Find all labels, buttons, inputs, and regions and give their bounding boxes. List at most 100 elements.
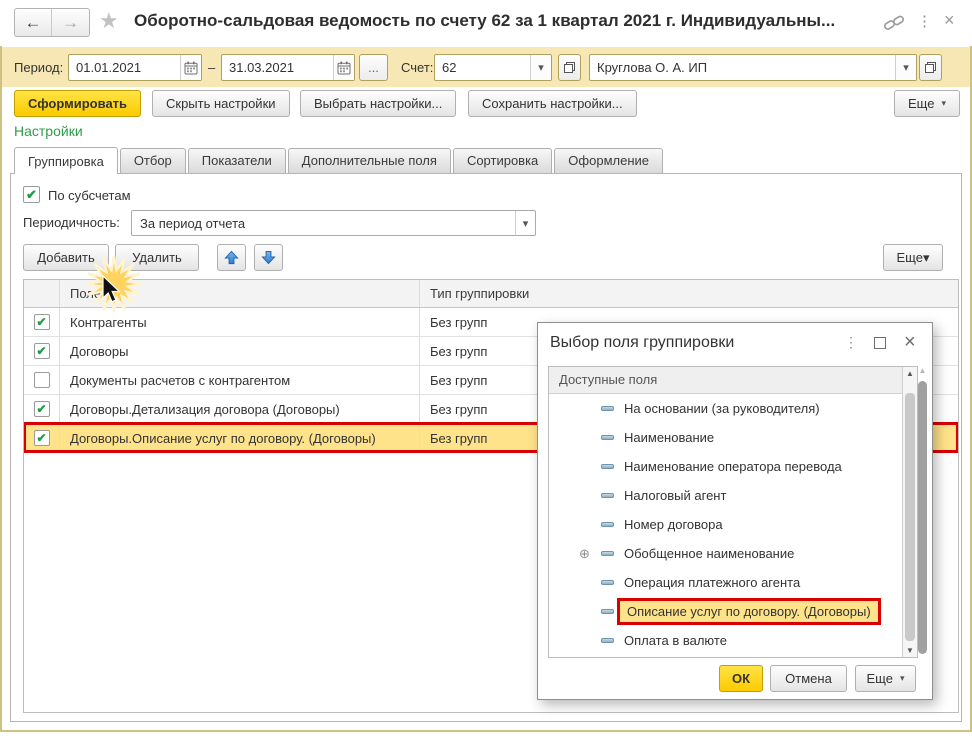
- row-checkbox[interactable]: ✔: [34, 401, 50, 417]
- periodicity-label: Периодичность:: [23, 215, 120, 230]
- row-checkbox[interactable]: ✔: [34, 343, 50, 359]
- dialog-list-item[interactable]: Оплата в валюте: [549, 626, 917, 655]
- dialog-item-label: Наименование: [624, 430, 714, 445]
- dialog-close-icon[interactable]: ×: [904, 331, 916, 354]
- list-scrollbar[interactable]: ▲ ▼: [902, 367, 917, 657]
- date-from-calendar-button[interactable]: [180, 55, 201, 80]
- move-down-button[interactable]: [254, 244, 283, 271]
- add-button[interactable]: Добавить: [23, 244, 109, 271]
- organization-dropdown-arrow[interactable]: ▾: [895, 55, 916, 80]
- forward-button[interactable]: →: [52, 9, 89, 36]
- toolbar-more-button[interactable]: Еще ▾: [894, 90, 960, 117]
- scroll-down-icon[interactable]: ▼: [903, 646, 917, 655]
- forward-arrow-icon: →: [62, 13, 79, 33]
- save-settings-label: Сохранить настройки...: [482, 96, 623, 111]
- list-scrollbar-thumb[interactable]: [905, 393, 915, 641]
- dialog-list-item[interactable]: ⊕Обобщенное наименование: [549, 539, 917, 568]
- dialog-list-item[interactable]: Налоговый агент: [549, 481, 917, 510]
- dialog-more-button[interactable]: Еще ▾: [855, 665, 916, 692]
- settings-tab[interactable]: Сортировка: [453, 148, 552, 173]
- settings-tab[interactable]: Группировка: [14, 147, 118, 174]
- settings-header: Настройки: [14, 123, 83, 139]
- dialog-list-item[interactable]: Номер договора: [549, 510, 917, 539]
- settings-tab[interactable]: Оформление: [554, 148, 663, 173]
- account-open-button[interactable]: [558, 54, 581, 81]
- table-more-button[interactable]: Еще ▾: [883, 244, 943, 271]
- hide-settings-button[interactable]: Скрыть настройки: [152, 90, 290, 117]
- dialog-list-item[interactable]: Описание услуг по договору. (Договоры): [549, 597, 917, 626]
- scroll-up-icon[interactable]: ▲: [916, 366, 929, 375]
- row-checkbox[interactable]: [34, 372, 50, 388]
- dialog-list-item[interactable]: Наименование оператора перевода: [549, 452, 917, 481]
- available-fields-items: На основании (за руководителя) Наименован…: [549, 394, 917, 655]
- periodicity-select[interactable]: За период отчета ▾: [131, 210, 536, 236]
- dialog-scrollbar-thumb[interactable]: [918, 381, 927, 654]
- ok-label: ОК: [732, 671, 750, 686]
- settings-tab[interactable]: Показатели: [188, 148, 286, 173]
- dialog-list-item[interactable]: Операция платежного агента: [549, 568, 917, 597]
- settings-tab[interactable]: Отбор: [120, 148, 186, 173]
- header-field-column: Поле: [60, 280, 420, 307]
- move-up-button[interactable]: [217, 244, 246, 271]
- date-to-calendar-button[interactable]: [333, 55, 354, 80]
- dialog-item-label: Налоговый агент: [624, 488, 726, 503]
- organization-open-button[interactable]: [919, 54, 942, 81]
- generate-button[interactable]: Сформировать: [14, 90, 141, 117]
- settings-tab[interactable]: Дополнительные поля: [288, 148, 451, 173]
- dialog-list-item[interactable]: На основании (за руководителя): [549, 394, 917, 423]
- field-dash-icon: [601, 551, 614, 556]
- dialog-item-label: Наименование оператора перевода: [624, 459, 842, 474]
- field-dash-icon: [601, 493, 614, 498]
- date-range-dash: –: [208, 60, 215, 75]
- open-choose-icon: [563, 61, 576, 74]
- date-to-value[interactable]: 31.03.2021: [222, 55, 333, 80]
- dialog-item-label: Описание услуг по договору. (Договоры): [617, 598, 881, 625]
- delete-button[interactable]: Удалить: [115, 244, 199, 271]
- arrow-up-icon: [224, 250, 239, 265]
- row-field-label: Контрагенты: [60, 308, 420, 336]
- app-window: ← → ★ Оборотно-сальдовая ведомость по сч…: [0, 0, 972, 739]
- link-icon[interactable]: [883, 13, 905, 35]
- chevron-down-icon: ▾: [923, 250, 930, 266]
- open-choose-icon: [924, 61, 937, 74]
- dialog-menu-icon[interactable]: ⋮: [844, 334, 858, 351]
- choose-settings-button[interactable]: Выбрать настройки...: [300, 90, 456, 117]
- available-fields-list: Доступные поля На основании (за руководи…: [548, 366, 918, 658]
- account-value[interactable]: 62: [435, 55, 530, 80]
- more-menu-icon[interactable]: ⋮: [917, 12, 932, 30]
- period-options-button[interactable]: ...: [359, 54, 388, 81]
- row-checkbox[interactable]: ✔: [34, 430, 50, 446]
- save-settings-button[interactable]: Сохранить настройки...: [468, 90, 637, 117]
- title-bar: ← → ★ Оборотно-сальдовая ведомость по сч…: [0, 0, 972, 46]
- dialog-maximize-icon[interactable]: [874, 337, 886, 349]
- back-button[interactable]: ←: [15, 9, 52, 36]
- expand-plus-icon[interactable]: ⊕: [579, 547, 590, 560]
- date-from-field[interactable]: 01.01.2021: [68, 54, 202, 81]
- organization-combo[interactable]: Круглова О. А. ИП ▾: [589, 54, 917, 81]
- dialog-item-label: Операция платежного агента: [624, 575, 800, 590]
- favorite-star-icon[interactable]: ★: [99, 8, 119, 34]
- field-dash-icon: [601, 406, 614, 411]
- scroll-up-icon[interactable]: ▲: [903, 369, 917, 378]
- date-to-field[interactable]: 31.03.2021: [221, 54, 355, 81]
- dialog-list-item[interactable]: Наименование: [549, 423, 917, 452]
- periodicity-dropdown-arrow[interactable]: ▾: [515, 211, 535, 235]
- cancel-button[interactable]: Отмена: [770, 665, 847, 692]
- account-dropdown-arrow[interactable]: ▾: [530, 55, 551, 80]
- ok-button[interactable]: ОК: [719, 665, 763, 692]
- account-combo[interactable]: 62 ▾: [434, 54, 552, 81]
- history-nav-group: ← →: [14, 8, 90, 37]
- field-dash-icon: [601, 464, 614, 469]
- cancel-label: Отмена: [785, 671, 832, 686]
- dialog-item-label: Номер договора: [624, 517, 723, 532]
- row-checkbox[interactable]: ✔: [34, 314, 50, 330]
- by-subaccounts-checkbox[interactable]: ✔: [23, 186, 40, 203]
- date-from-value[interactable]: 01.01.2021: [69, 55, 180, 80]
- dialog-scrollbar[interactable]: ▲: [916, 366, 929, 660]
- period-label: Период:: [14, 60, 63, 75]
- grouping-table-header: Поле Тип группировки: [24, 280, 958, 308]
- field-dash-icon: [601, 609, 614, 614]
- organization-value[interactable]: Круглова О. А. ИП: [590, 55, 895, 80]
- close-window-icon[interactable]: ×: [944, 10, 955, 31]
- arrow-down-icon: [261, 250, 276, 265]
